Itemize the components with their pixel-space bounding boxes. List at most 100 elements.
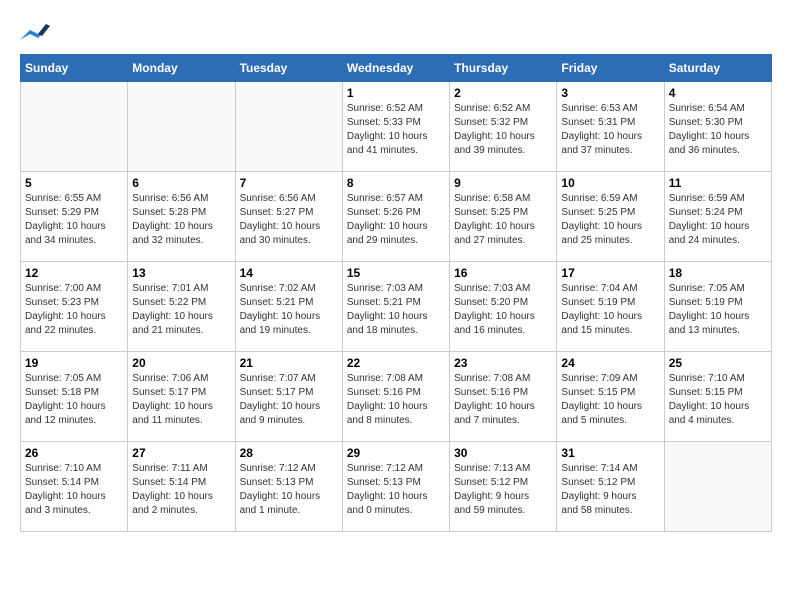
day-cell: 28Sunrise: 7:12 AMSunset: 5:13 PMDayligh… — [235, 442, 342, 532]
day-number: 3 — [561, 86, 659, 100]
day-info: Sunrise: 7:13 AMSunset: 5:12 PMDaylight:… — [454, 462, 552, 518]
day-info: Sunrise: 7:08 AMSunset: 5:16 PMDaylight:… — [347, 372, 445, 428]
day-info: Sunrise: 7:04 AMSunset: 5:19 PMDaylight:… — [561, 282, 659, 338]
day-cell: 4 Sunrise: 6:54 AMSunset: 5:30 PMDaylight… — [664, 82, 771, 172]
day-cell: 29Sunrise: 7:12 AMSunset: 5:13 PMDayligh… — [342, 442, 449, 532]
day-info: Sunrise: 7:10 AMSunset: 5:15 PMDaylight:… — [669, 372, 767, 428]
day-number: 11 — [669, 176, 767, 190]
day-cell: 30 Sunrise: 7:13 AMSunset: 5:12 PMDayligh… — [450, 442, 557, 532]
day-cell: 7 Sunrise: 6:56 AMSunset: 5:27 PMDaylight… — [235, 172, 342, 262]
day-number: 30 — [454, 446, 552, 460]
day-info: Sunrise: 7:00 AMSunset: 5:23 PMDaylight:… — [25, 282, 123, 338]
day-info: Sunrise: 7:03 AMSunset: 5:20 PMDaylight:… — [454, 282, 552, 338]
day-info: Sunrise: 7:05 AMSunset: 5:19 PMDaylight:… — [669, 282, 767, 338]
day-number: 12 — [25, 266, 123, 280]
week-row-2: 5 Sunrise: 6:55 AMSunset: 5:29 PMDaylight… — [21, 172, 772, 262]
day-cell: 22 Sunrise: 7:08 AMSunset: 5:16 PMDayligh… — [342, 352, 449, 442]
day-info: Sunrise: 6:59 AMSunset: 5:24 PMDaylight:… — [669, 192, 767, 248]
day-number: 17 — [561, 266, 659, 280]
day-cell: 11 Sunrise: 6:59 AMSunset: 5:24 PMDayligh… — [664, 172, 771, 262]
day-cell: 23 Sunrise: 7:08 AMSunset: 5:16 PMDayligh… — [450, 352, 557, 442]
day-number: 23 — [454, 356, 552, 370]
day-cell — [235, 82, 342, 172]
header-wednesday: Wednesday — [342, 55, 449, 82]
day-number: 8 — [347, 176, 445, 190]
day-cell: 12 Sunrise: 7:00 AMSunset: 5:23 PMDayligh… — [21, 262, 128, 352]
day-number: 9 — [454, 176, 552, 190]
day-number: 4 — [669, 86, 767, 100]
day-cell: 3Sunrise: 6:53 AMSunset: 5:31 PMDaylight… — [557, 82, 664, 172]
day-info: Sunrise: 6:58 AMSunset: 5:25 PMDaylight:… — [454, 192, 552, 248]
day-info: Sunrise: 6:52 AMSunset: 5:33 PMDaylight:… — [347, 102, 445, 158]
week-row-1: 1 Sunrise: 6:52 AMSunset: 5:33 PMDaylight… — [21, 82, 772, 172]
day-number: 27 — [132, 446, 230, 460]
day-number: 5 — [25, 176, 123, 190]
day-cell: 20Sunrise: 7:06 AMSunset: 5:17 PMDayligh… — [128, 352, 235, 442]
header-monday: Monday — [128, 55, 235, 82]
day-number: 19 — [25, 356, 123, 370]
day-cell: 8 Sunrise: 6:57 AMSunset: 5:26 PMDaylight… — [342, 172, 449, 262]
day-info: Sunrise: 6:56 AMSunset: 5:28 PMDaylight:… — [132, 192, 230, 248]
day-number: 6 — [132, 176, 230, 190]
day-cell: 27 Sunrise: 7:11 AMSunset: 5:14 PMDayligh… — [128, 442, 235, 532]
day-cell: 19 Sunrise: 7:05 AMSunset: 5:18 PMDayligh… — [21, 352, 128, 442]
day-info: Sunrise: 7:03 AMSunset: 5:21 PMDaylight:… — [347, 282, 445, 338]
calendar-header-row: SundayMondayTuesdayWednesdayThursdayFrid… — [21, 55, 772, 82]
day-number: 31 — [561, 446, 659, 460]
header-tuesday: Tuesday — [235, 55, 342, 82]
day-number: 16 — [454, 266, 552, 280]
day-cell: 10 Sunrise: 6:59 AMSunset: 5:25 PMDayligh… — [557, 172, 664, 262]
day-cell: 6 Sunrise: 6:56 AMSunset: 5:28 PMDaylight… — [128, 172, 235, 262]
logo — [20, 20, 54, 44]
day-info: Sunrise: 6:55 AMSunset: 5:29 PMDaylight:… — [25, 192, 123, 248]
day-info: Sunrise: 7:10 AMSunset: 5:14 PMDaylight:… — [25, 462, 123, 518]
day-number: 28 — [240, 446, 338, 460]
day-cell — [128, 82, 235, 172]
header-friday: Friday — [557, 55, 664, 82]
day-info: Sunrise: 6:59 AMSunset: 5:25 PMDaylight:… — [561, 192, 659, 248]
day-number: 20 — [132, 356, 230, 370]
day-number: 13 — [132, 266, 230, 280]
day-info: Sunrise: 7:01 AMSunset: 5:22 PMDaylight:… — [132, 282, 230, 338]
day-info: Sunrise: 7:11 AMSunset: 5:14 PMDaylight:… — [132, 462, 230, 518]
logo-icon — [20, 20, 50, 44]
day-number: 24 — [561, 356, 659, 370]
day-cell: 15 Sunrise: 7:03 AMSunset: 5:21 PMDayligh… — [342, 262, 449, 352]
day-number: 10 — [561, 176, 659, 190]
day-cell: 16 Sunrise: 7:03 AMSunset: 5:20 PMDayligh… — [450, 262, 557, 352]
day-number: 2 — [454, 86, 552, 100]
day-number: 26 — [25, 446, 123, 460]
day-number: 21 — [240, 356, 338, 370]
day-cell: 14Sunrise: 7:02 AMSunset: 5:21 PMDayligh… — [235, 262, 342, 352]
header-thursday: Thursday — [450, 55, 557, 82]
day-cell: 2 Sunrise: 6:52 AMSunset: 5:32 PMDaylight… — [450, 82, 557, 172]
day-info: Sunrise: 6:54 AMSunset: 5:30 PMDaylight:… — [669, 102, 767, 158]
day-cell: 1 Sunrise: 6:52 AMSunset: 5:33 PMDaylight… — [342, 82, 449, 172]
day-number: 25 — [669, 356, 767, 370]
day-cell: 26 Sunrise: 7:10 AMSunset: 5:14 PMDayligh… — [21, 442, 128, 532]
day-number: 14 — [240, 266, 338, 280]
calendar: SundayMondayTuesdayWednesdayThursdayFrid… — [20, 54, 772, 532]
day-number: 7 — [240, 176, 338, 190]
day-info: Sunrise: 7:05 AMSunset: 5:18 PMDaylight:… — [25, 372, 123, 428]
day-cell — [664, 442, 771, 532]
day-cell: 17 Sunrise: 7:04 AMSunset: 5:19 PMDayligh… — [557, 262, 664, 352]
day-info: Sunrise: 7:07 AMSunset: 5:17 PMDaylight:… — [240, 372, 338, 428]
day-number: 1 — [347, 86, 445, 100]
day-cell: 18Sunrise: 7:05 AMSunset: 5:19 PMDayligh… — [664, 262, 771, 352]
day-info: Sunrise: 6:56 AMSunset: 5:27 PMDaylight:… — [240, 192, 338, 248]
day-number: 15 — [347, 266, 445, 280]
day-info: Sunrise: 7:14 AMSunset: 5:12 PMDaylight:… — [561, 462, 659, 518]
day-info: Sunrise: 7:08 AMSunset: 5:16 PMDaylight:… — [454, 372, 552, 428]
day-info: Sunrise: 6:52 AMSunset: 5:32 PMDaylight:… — [454, 102, 552, 158]
page-header — [20, 20, 772, 44]
week-row-4: 19 Sunrise: 7:05 AMSunset: 5:18 PMDayligh… — [21, 352, 772, 442]
header-sunday: Sunday — [21, 55, 128, 82]
day-cell: 21 Sunrise: 7:07 AMSunset: 5:17 PMDayligh… — [235, 352, 342, 442]
week-row-5: 26 Sunrise: 7:10 AMSunset: 5:14 PMDayligh… — [21, 442, 772, 532]
day-number: 22 — [347, 356, 445, 370]
day-info: Sunrise: 6:57 AMSunset: 5:26 PMDaylight:… — [347, 192, 445, 248]
week-row-3: 12 Sunrise: 7:00 AMSunset: 5:23 PMDayligh… — [21, 262, 772, 352]
header-saturday: Saturday — [664, 55, 771, 82]
day-number: 29 — [347, 446, 445, 460]
